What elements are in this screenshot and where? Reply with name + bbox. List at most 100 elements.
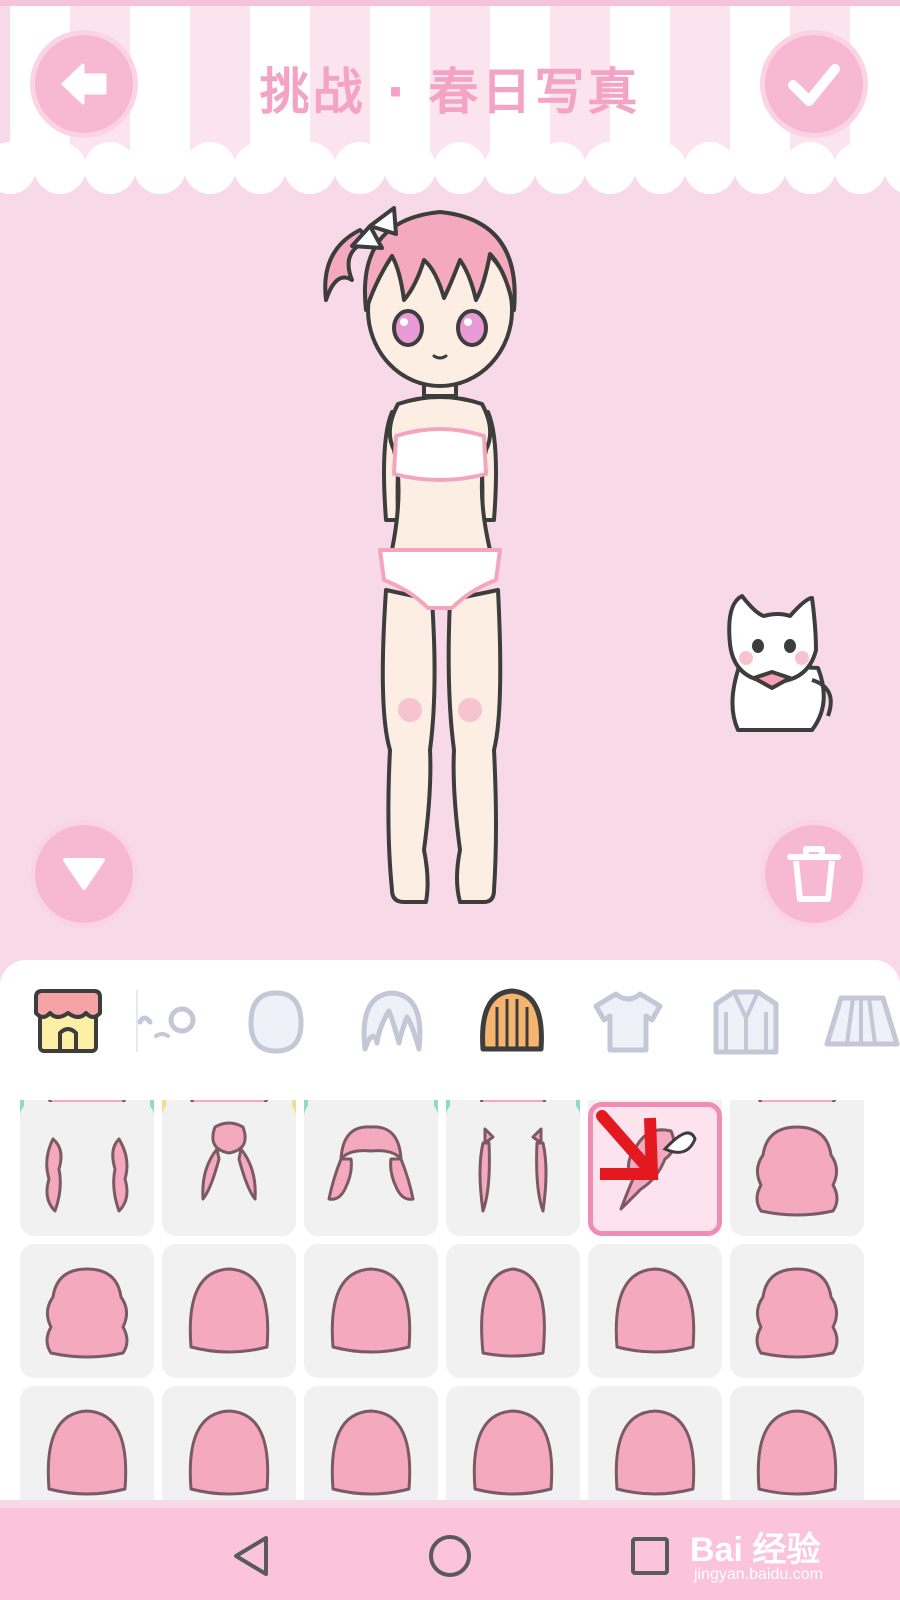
hair-item[interactable] [446, 1386, 580, 1500]
back-button[interactable] [30, 30, 138, 138]
tab-front-hair[interactable] [352, 982, 432, 1062]
hair-shape [480, 1267, 546, 1358]
face-icon [137, 1006, 196, 1038]
hair-back-icon [480, 988, 544, 1052]
hair-item[interactable] [162, 1244, 296, 1378]
circle-home-icon [429, 1535, 471, 1577]
arrow-left-icon [61, 63, 107, 105]
collapse-panel-button[interactable] [30, 820, 138, 928]
awning-scallop [34, 142, 86, 194]
baidu-watermark: Bai 经验 jingyan.baidu.com [690, 1522, 890, 1592]
awning-scallop [184, 142, 236, 194]
square-recents-icon [631, 1537, 669, 1575]
hair-shape [756, 1409, 838, 1496]
hair-shape [478, 1127, 548, 1213]
hair-style-icon [188, 1267, 270, 1354]
hair-style-icon [478, 1127, 548, 1213]
tab-shop[interactable] [28, 982, 108, 1062]
hair-style-icon [188, 1409, 270, 1496]
pet-cat [727, 594, 833, 732]
tab-skirt[interactable] [822, 982, 900, 1062]
shop-icon [34, 989, 102, 1053]
hair-item[interactable] [446, 1244, 580, 1378]
hair-style-icon [201, 1121, 257, 1201]
watermark-brand: Bai 经验 [690, 1531, 821, 1569]
nav-home-button[interactable] [420, 1526, 480, 1586]
awning-scallop [234, 142, 286, 194]
hair-style-icon [45, 1137, 129, 1213]
check-icon [788, 64, 840, 106]
hair-style-icon [330, 1267, 412, 1354]
hair-item[interactable] [730, 1102, 864, 1236]
hair-shape [472, 1409, 554, 1496]
hair-item[interactable] [730, 1244, 864, 1378]
hair-item[interactable] [162, 1386, 296, 1500]
hair-shape [45, 1137, 129, 1213]
awning-scallop [534, 142, 586, 194]
triangle-back-icon [234, 1536, 268, 1576]
head-icon [248, 990, 304, 1054]
dressup-stage: 挑战 · 春日写真 [0, 0, 900, 960]
hair-style-icon [46, 1409, 128, 1496]
page-title: 挑战 · 春日写真 [259, 63, 641, 121]
hair-item[interactable] [162, 1102, 296, 1236]
hair-item[interactable] [730, 1386, 864, 1500]
awning-scallop [334, 142, 386, 194]
hair-shape [45, 1267, 129, 1359]
hair-style-icon [330, 1409, 412, 1496]
hair-item[interactable] [304, 1386, 438, 1500]
trash-button[interactable] [760, 820, 868, 928]
confirm-button[interactable] [760, 30, 868, 138]
hair-item[interactable] [304, 1244, 438, 1378]
hair-style-icon [755, 1125, 839, 1217]
system-nav-bar: Bai 经验 jingyan.baidu.com [0, 1508, 900, 1600]
hair-item[interactable] [304, 1102, 438, 1236]
watermark-url: jingyan.baidu.com [694, 1566, 823, 1583]
triangle-down-icon [63, 858, 105, 890]
hair-style-icon [480, 1267, 546, 1358]
tshirt-icon [593, 991, 663, 1053]
hair-item[interactable] [20, 1244, 154, 1378]
skirt-icon [824, 995, 900, 1047]
hair-shape [188, 1409, 270, 1496]
hair-style-icon [756, 1409, 838, 1496]
hair-shape [201, 1121, 257, 1201]
awning-scallop [484, 142, 536, 194]
hair-front-icon [361, 990, 423, 1052]
tab-face[interactable] [134, 982, 204, 1062]
tab-top[interactable] [588, 982, 668, 1062]
category-tabs [0, 960, 900, 1090]
hair-shape [327, 1125, 415, 1201]
hair-item[interactable] [20, 1102, 154, 1236]
awning-scallop [84, 142, 136, 194]
hair-shape [755, 1125, 839, 1217]
hair-shape [330, 1409, 412, 1496]
tab-head[interactable] [236, 982, 316, 1062]
nav-recents-button[interactable] [620, 1526, 680, 1586]
hair-style-icon [614, 1409, 696, 1496]
hair-style-icon [755, 1267, 839, 1359]
hair-shape [614, 1267, 696, 1354]
awning-scallop [784, 142, 836, 194]
awning-scallop [434, 142, 486, 194]
hair-item[interactable] [588, 1244, 722, 1378]
trash-icon [787, 846, 841, 902]
hair-shape [330, 1267, 412, 1354]
hair-style-icon [45, 1267, 129, 1359]
hair-shape [188, 1267, 270, 1354]
hair-item[interactable] [446, 1102, 580, 1236]
awning-scallop [134, 142, 186, 194]
hair-style-icon [472, 1409, 554, 1496]
hair-style-icon [614, 1267, 696, 1354]
hair-item[interactable] [20, 1386, 154, 1500]
awning-scallop [634, 142, 686, 194]
tab-jacket[interactable] [706, 982, 786, 1062]
red-arrow-annotation [596, 1110, 659, 1180]
hair-item[interactable] [588, 1386, 722, 1500]
hair-shape [755, 1267, 839, 1359]
character-doll [323, 206, 517, 904]
tab-back-hair[interactable] [472, 982, 552, 1062]
nav-back-button[interactable] [222, 1526, 282, 1586]
hair-style-icon [327, 1125, 415, 1201]
awning-scallop [684, 142, 736, 194]
